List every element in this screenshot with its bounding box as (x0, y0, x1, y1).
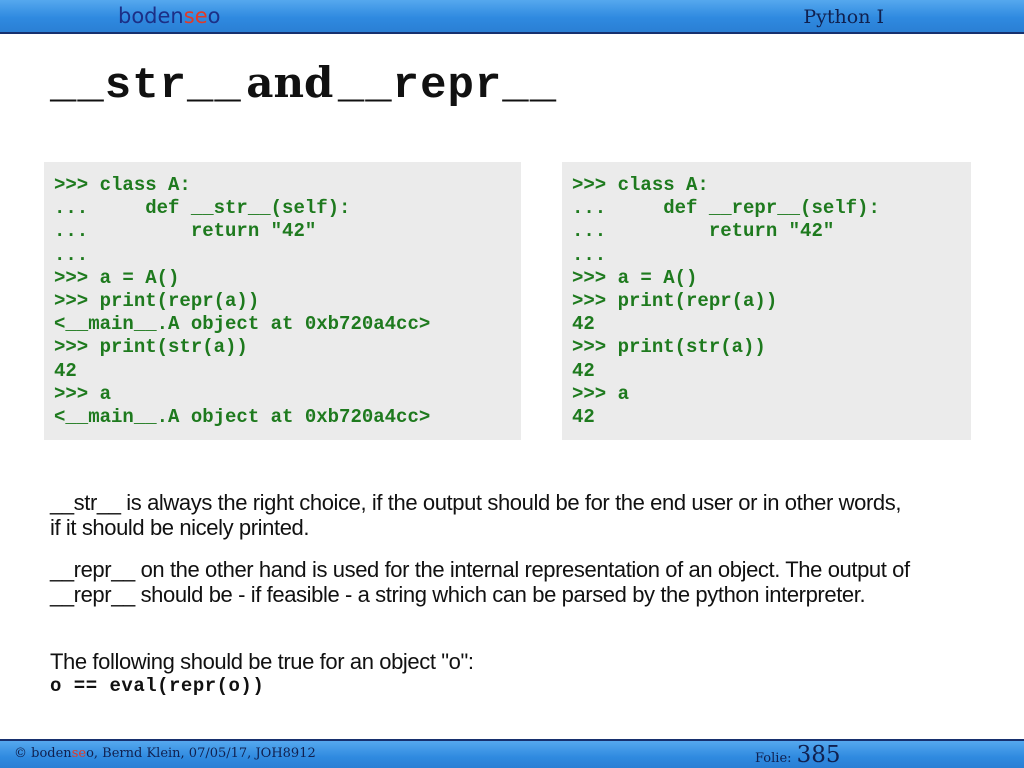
code-block-str: >>> class A: ... def __str__(self): ... … (44, 162, 521, 440)
code-line: >>> a (572, 382, 630, 405)
footer-author-info: , Bernd Klein, 07/05/17, JOH8912 (93, 746, 316, 761)
title-and: and (246, 58, 334, 107)
slide-title: __str__ and __repr__ (50, 58, 557, 111)
code-line: >>> a = A() (572, 266, 698, 289)
code-block-repr: >>> class A: ... def __repr__(self): ...… (562, 162, 971, 440)
logo-part-2: se (183, 4, 208, 28)
code-line: >>> print(str(a)) (54, 336, 248, 359)
eval-rule-code: o == eval(repr(o)) (50, 675, 265, 697)
title-repr: __repr__ (337, 61, 558, 111)
paragraph-str-explanation: __str__ is always the right choice, if t… (50, 490, 902, 540)
course-title: Python I (803, 6, 884, 28)
code-line: >>> print(str(a)) (572, 336, 766, 359)
footer-info: © bodenseo, Bernd Klein, 07/05/17, JOH89… (14, 746, 316, 761)
code-line: ... def __str__(self): (54, 197, 351, 220)
eval-rule-text: The following should be true for an obje… (50, 649, 474, 674)
code-line: ... def __repr__(self): (572, 197, 880, 220)
footer-brand-2: se (71, 746, 87, 761)
code-line: >>> print(repr(a)) (54, 290, 260, 313)
paragraph-eval-rule: The following should be true for an obje… (50, 649, 910, 698)
code-line: ... (54, 243, 89, 266)
footer-bar: © bodenseo, Bernd Klein, 07/05/17, JOH89… (0, 739, 1024, 768)
logo-part-1: boden (118, 4, 184, 28)
header-bar: bodenseo Python I (0, 0, 1024, 34)
folie-label: Folie: (755, 751, 792, 766)
code-line: 42 (572, 359, 595, 382)
slide-number: Folie: 385 (755, 742, 841, 768)
code-line: >>> a (54, 382, 112, 405)
folie-number: 385 (796, 742, 841, 768)
title-str: __str__ (50, 61, 242, 111)
code-line: 42 (572, 313, 595, 336)
bodenseo-logo: bodenseo (118, 3, 220, 29)
code-line: >>> print(repr(a)) (572, 290, 778, 313)
logo-part-3: o (207, 4, 221, 28)
code-line: 42 (54, 359, 77, 382)
code-line: ... return "42" (572, 220, 835, 243)
code-line: <__main__.A object at 0xb720a4cc> (54, 406, 431, 429)
code-line: >>> a = A() (54, 266, 180, 289)
footer-brand-1: boden (31, 746, 72, 761)
code-line: >>> class A: (54, 174, 191, 196)
copyright-symbol: © (14, 746, 27, 761)
code-line: 42 (572, 406, 595, 429)
footer-brand-3: o (86, 746, 94, 761)
code-line: ... (572, 243, 607, 266)
code-line: ... return "42" (54, 220, 317, 243)
paragraph-repr-explanation: __repr__ on the other hand is used for t… (50, 557, 910, 607)
code-line: >>> class A: (572, 174, 709, 196)
code-line: <__main__.A object at 0xb720a4cc> (54, 313, 431, 336)
